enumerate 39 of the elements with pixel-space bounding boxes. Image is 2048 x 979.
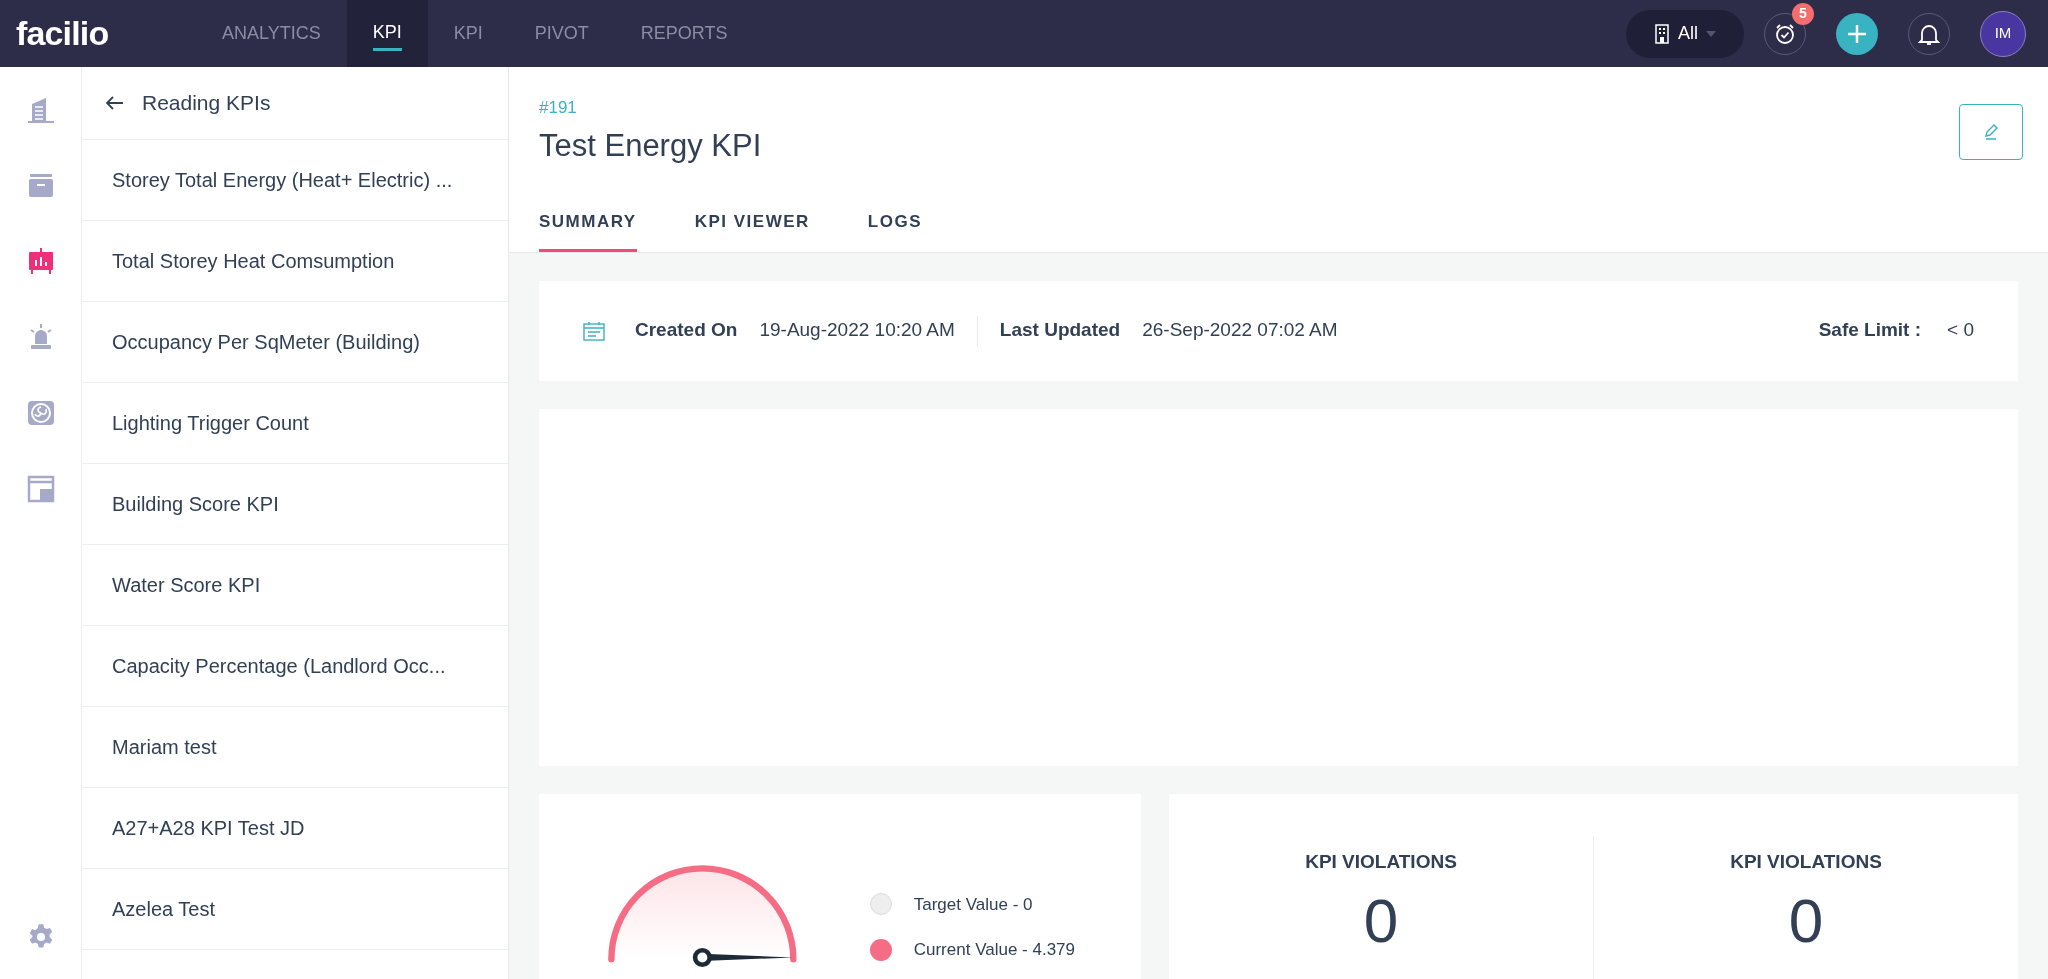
violations-count: 0 [1788,890,1824,952]
caret-icon [1706,30,1716,37]
kpi-id: #191 [539,97,578,119]
logo[interactable]: facilio [16,8,196,59]
site-picker[interactable]: All [1626,9,1744,58]
violations-label: KPI VIOLATIONS [1730,849,1882,874]
fan-icon[interactable] [25,398,56,428]
window-icon[interactable] [25,474,56,504]
user-avatar[interactable]: IM [1980,10,2026,57]
updated-date: 26-Sep-2022 07:02 AM [1142,318,1338,343]
calendar-icon [583,320,605,341]
legend-label: Target Value - 0 [913,893,1033,916]
pencil-icon [1982,123,2000,141]
safe-limit-label: Safe Limit : [1818,318,1922,343]
legend-label: Current Value - 4.379 [913,939,1075,961]
detail-tab[interactable]: SUMMARY [539,209,637,252]
violations-label: KPI VIOLATIONS [1305,849,1457,874]
nav-tab[interactable]: KPI [427,0,509,67]
nav-tab[interactable]: REPORTS [614,0,754,67]
plus-icon [1846,22,1868,45]
add-button[interactable] [1836,12,1878,55]
kpi-title: Test Energy KPI [539,126,762,165]
detail-tab[interactable]: LOGS [867,209,922,252]
list-title: Reading KPIs [142,90,271,117]
detail-tab[interactable]: KPI VIEWER [694,209,810,252]
created-label: Created On [635,318,738,343]
nav-tab[interactable]: KPI [346,0,428,67]
building-icon [1654,23,1670,44]
violations-count: 0 [1363,890,1399,952]
created-date: 19-Aug-2022 10:20 AM [759,318,955,343]
nav-tab[interactable]: PIVOT [508,0,615,67]
site-picker-value: All [1678,22,1698,45]
safe-limit-value: < 0 [1947,318,1974,343]
notification-badge: 5 [1792,2,1814,25]
updated-label: Last Updated [999,318,1121,343]
edit-button[interactable] [1959,104,2023,160]
stopwatch-icon [1773,21,1797,46]
back-arrow-icon[interactable] [106,96,124,110]
nav-tab[interactable]: ANALYTICS [196,0,347,67]
